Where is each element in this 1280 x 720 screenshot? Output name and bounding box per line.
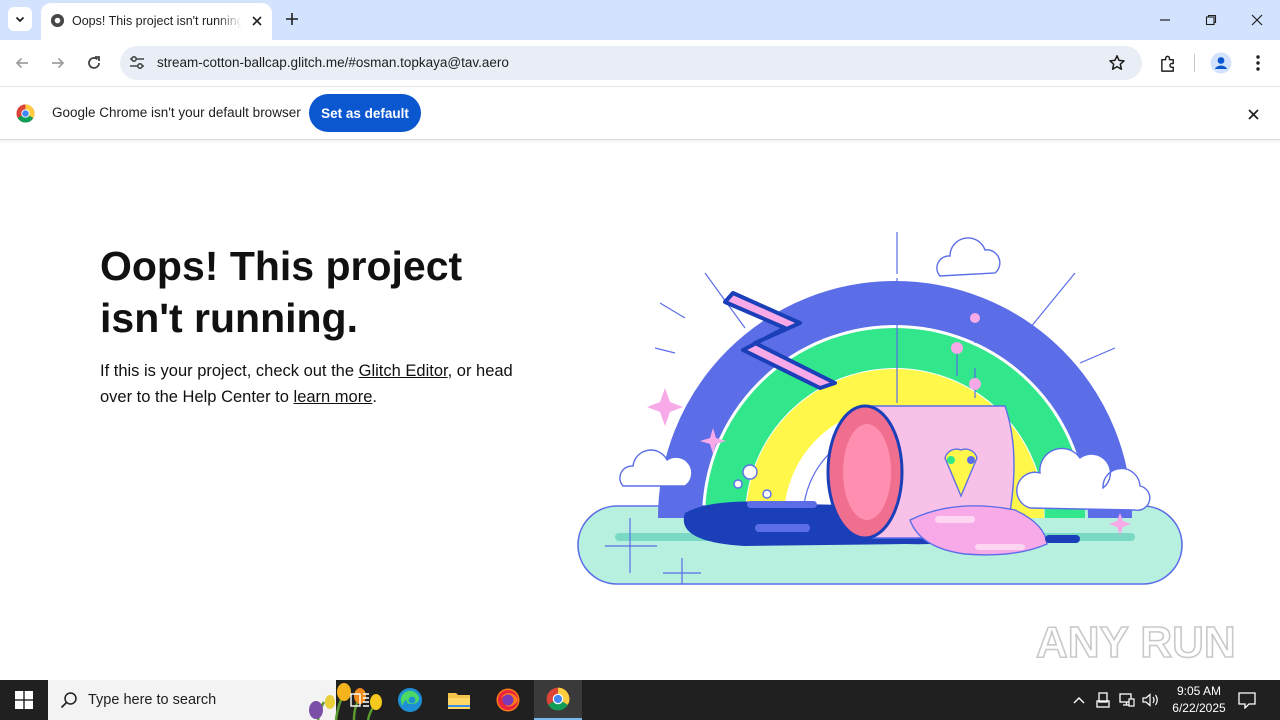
network-tray-icon[interactable] — [1118, 690, 1136, 710]
taskbar-search-box[interactable]: Type here to search — [48, 680, 382, 720]
chevron-down-icon — [15, 16, 25, 23]
anyrun-watermark: ANY RUN — [1036, 617, 1236, 668]
file-explorer-taskbar-button[interactable] — [435, 680, 483, 720]
watermark-text: ANY RUN — [1036, 618, 1236, 667]
chrome-taskbar-button[interactable] — [534, 680, 582, 720]
tab-search-button[interactable] — [8, 7, 32, 31]
globe-icon — [50, 13, 65, 28]
chrome-menu-button[interactable] — [1247, 52, 1269, 74]
address-bar[interactable]: stream-cotton-ballcap.glitch.me/#osman.t… — [120, 46, 1142, 80]
search-icon — [60, 692, 77, 709]
firefox-icon — [496, 688, 520, 712]
profile-avatar-icon — [1210, 52, 1232, 74]
glitch-editor-link[interactable]: Glitch Editor — [359, 362, 448, 380]
tab-close-button[interactable] — [248, 12, 266, 30]
close-icon — [1251, 14, 1263, 26]
notification-center-button[interactable] — [1236, 690, 1258, 710]
new-tab-button[interactable] — [282, 9, 302, 29]
reload-button[interactable] — [82, 51, 106, 75]
site-info-icon[interactable] — [128, 54, 146, 72]
infobar-message: Google Chrome isn't your default browser — [52, 105, 301, 120]
page-description: If this is your project, check out the G… — [100, 358, 520, 410]
folder-icon — [448, 693, 470, 709]
edge-icon — [398, 688, 422, 712]
browser-toolbar: stream-cotton-ballcap.glitch.me/#osman.t… — [0, 40, 1280, 86]
search-placeholder: Type here to search — [88, 692, 217, 708]
plus-icon — [286, 13, 298, 25]
back-arrow-icon — [15, 57, 28, 69]
device-tray-icon[interactable] — [1094, 690, 1112, 710]
chrome-logo-icon — [546, 687, 570, 711]
speaker-icon — [1142, 693, 1158, 707]
profile-button[interactable] — [1210, 52, 1232, 74]
learn-more-link[interactable]: learn more — [294, 388, 373, 406]
url-text[interactable]: stream-cotton-ballcap.glitch.me/#osman.t… — [157, 55, 509, 70]
forward-arrow-icon — [52, 57, 65, 69]
windows-logo-icon — [15, 691, 33, 709]
firefox-taskbar-button[interactable] — [484, 680, 532, 720]
restore-icon — [1205, 14, 1217, 26]
extensions-button[interactable] — [1157, 52, 1179, 74]
infobar-close-button[interactable] — [1244, 105, 1262, 123]
more-vert-icon — [1256, 55, 1260, 71]
usb-device-icon — [1096, 692, 1110, 708]
volume-tray-icon[interactable] — [1142, 690, 1160, 710]
taskbar-clock[interactable]: 9:05 AM 6/22/2025 — [1160, 683, 1238, 717]
description-suffix: . — [372, 388, 377, 406]
chrome-logo-icon — [16, 104, 35, 123]
clock-date: 6/22/2025 — [1172, 701, 1226, 715]
close-window-button[interactable] — [1234, 0, 1280, 40]
puzzle-icon — [1160, 55, 1174, 72]
clock-time: 9:05 AM — [1176, 684, 1222, 698]
default-browser-infobar: Google Chrome isn't your default browser… — [0, 86, 1280, 140]
windows-taskbar: Type here to search 9:05 AM 6/22/2025 — [0, 680, 1280, 720]
reload-icon — [88, 56, 100, 69]
toolbar-divider — [1194, 54, 1195, 72]
broken-project-illustration — [577, 232, 1183, 585]
minimize-button[interactable] — [1142, 0, 1188, 40]
task-view-icon — [350, 693, 369, 707]
edge-taskbar-button[interactable] — [386, 680, 434, 720]
tab-title: Oops! This project isn't running — [72, 14, 242, 28]
active-tab[interactable]: Oops! This project isn't running — [41, 3, 272, 40]
tab-strip: Oops! This project isn't running — [0, 0, 1280, 40]
back-button[interactable] — [10, 51, 34, 75]
task-view-button[interactable] — [336, 680, 384, 720]
page-title: Oops! This project isn't running. — [100, 243, 463, 341]
bookmark-star-icon[interactable] — [1108, 54, 1126, 72]
set-as-default-button[interactable]: Set as default — [309, 94, 421, 132]
notification-icon — [1238, 691, 1256, 709]
close-icon — [1247, 108, 1259, 120]
start-button[interactable] — [0, 680, 48, 720]
forward-button[interactable] — [46, 51, 70, 75]
restore-button[interactable] — [1188, 0, 1234, 40]
show-hidden-icons-button[interactable] — [1070, 690, 1088, 710]
minimize-icon — [1160, 19, 1170, 21]
description-prefix: If this is your project, check out the — [100, 362, 359, 380]
network-icon — [1119, 693, 1135, 707]
chevron-up-icon — [1073, 697, 1085, 704]
close-icon — [252, 16, 262, 26]
